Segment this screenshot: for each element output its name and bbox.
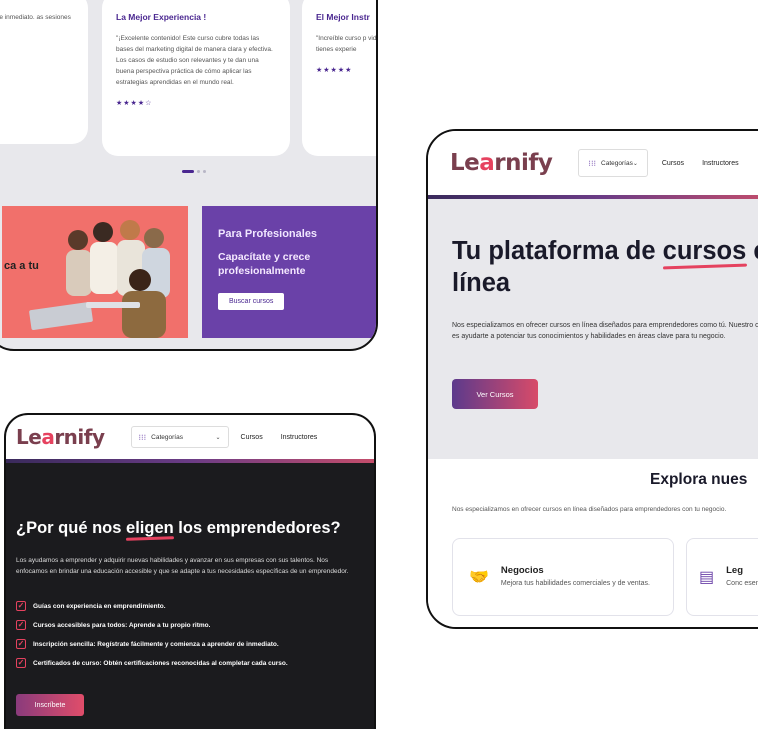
category-description: Conc esen marc <box>726 580 758 587</box>
check-icon: ✓ <box>16 639 26 649</box>
search-courses-button[interactable]: Buscar cursos <box>218 293 285 310</box>
promo-subtitle: Capacítate y crece profesionalmente <box>218 251 311 277</box>
hero-card: Learnify ⁝⁝⁝ Categorías ⌄ Cursos Instruc… <box>426 129 758 629</box>
category-title: Leg <box>726 565 744 576</box>
gradient-strip <box>6 459 374 463</box>
explore-description: Nos especializamos en ofrecer cursos en … <box>452 506 727 513</box>
chevron-down-icon: ⌄ <box>215 434 221 441</box>
promo-photo-text: ca a tu <box>4 260 39 272</box>
team-photo-image <box>2 206 188 338</box>
title-highlight: eligen <box>126 519 174 537</box>
promo-title: Para Profesionales <box>218 228 318 240</box>
check-icon: ✓ <box>16 658 26 668</box>
nav-link-instructores[interactable]: Instructores <box>281 434 318 441</box>
categories-label: Categorías <box>601 159 633 167</box>
list-item: ✓ Inscripción sencilla: Regístrate fácilm… <box>16 639 279 649</box>
grid-dots-icon: ⁝⁝⁝ <box>138 432 147 442</box>
hero-title: Tu plataforma de cursos en línea <box>452 237 758 297</box>
testimonial-title: La Mejor Experiencia ! <box>116 12 207 22</box>
chevron-down-icon: ⌄ <box>632 160 638 167</box>
hero-description: Nos especializamos en ofrecer cursos en … <box>452 322 758 340</box>
testimonial-text: ticos, con ejercicios idido de inmediato… <box>0 14 71 21</box>
document-icon: ▤ <box>699 569 715 586</box>
explore-title: Explora nues <box>650 471 748 488</box>
gradient-strip <box>428 195 758 199</box>
testimonials-promo-card: ticos, con ejercicios idido de inmediato… <box>0 0 378 351</box>
nav-link-cursos[interactable]: Cursos <box>241 434 263 441</box>
logo[interactable]: Learnify <box>16 425 105 449</box>
handshake-icon: 🤝 <box>469 569 489 586</box>
explore-section: Explora nues Nos especializamos en ofrec… <box>428 459 758 627</box>
testimonial-card-right: El Mejor Instr "Increíble curso p videos… <box>302 0 377 156</box>
categories-dropdown[interactable]: ⁝⁝⁝ Categorías ⌄ <box>578 149 648 177</box>
grid-dots-icon: ⁝⁝⁝ <box>588 158 597 168</box>
list-item: ✓ Guías con experiencia en emprendimiento… <box>16 601 166 611</box>
view-courses-button[interactable]: Ver Cursos <box>452 379 538 409</box>
category-card-negocios[interactable]: 🤝 Negocios Mejora tus habilidades comerc… <box>452 538 674 616</box>
categories-dropdown[interactable]: ⁝⁝⁝ Categorías ⌄ <box>130 426 229 448</box>
testimonial-card-left: ticos, con ejercicios idido de inmediato… <box>0 0 88 144</box>
signup-button[interactable]: Inscríbete <box>16 694 84 716</box>
navbar: Learnify ⁝⁝⁝ Categorías ⌄ Cursos Instruc… <box>428 131 758 195</box>
category-description: Mejora tus habilidades comerciales y de … <box>500 580 650 587</box>
carousel-dots[interactable] <box>182 170 206 173</box>
features-list: ✓ Guías con experiencia en emprendimiento… <box>16 601 288 677</box>
rating-stars: ★★★★☆ <box>116 100 153 107</box>
list-item: ✓ Certificados de curso: Obtén certificac… <box>16 658 288 668</box>
check-icon: ✓ <box>16 601 26 611</box>
check-icon: ✓ <box>16 620 26 630</box>
promo-professionals: Para Profesionales Capacítate y crece pr… <box>202 206 376 338</box>
section-description: Los ayudamos a emprender y adquirir nuev… <box>16 557 349 575</box>
carousel-dot-active[interactable] <box>182 170 194 173</box>
why-entrepreneurs-card: Learnify ⁝⁝⁝ Categorías ⌄ Cursos Instruc… <box>4 413 376 729</box>
nav-link-instructores[interactable]: Instructores <box>702 160 739 167</box>
carousel-dot[interactable] <box>203 170 206 173</box>
logo[interactable]: Learnify <box>450 150 553 176</box>
list-item: ✓ Cursos accesibles para todos: Aprende a… <box>16 620 211 630</box>
testimonial-card-middle: La Mejor Experiencia ! "¡Excelente conte… <box>102 0 290 156</box>
testimonial-text: "Increíble curso p videos son concis no … <box>316 35 377 53</box>
testimonial-text: "¡Excelente contenido! Este curso cubre … <box>116 35 273 86</box>
category-card-legal[interactable]: ▤ Leg Conc esen marc <box>686 538 758 616</box>
carousel-dot[interactable] <box>197 170 200 173</box>
navbar: Learnify ⁝⁝⁝ Categorías ⌄ Cursos Instruc… <box>6 415 374 459</box>
section-title: ¿Por qué nos eligen los emprendedores? <box>16 519 341 537</box>
testimonial-title: El Mejor Instr <box>316 12 370 22</box>
rating-stars: ★★★★★ <box>316 67 353 74</box>
title-highlight: cursos <box>662 237 747 265</box>
nav-link-cursos[interactable]: Cursos <box>662 160 684 167</box>
category-title: Negocios <box>500 565 544 576</box>
promo-photo-banner: ca a tu <box>2 206 188 338</box>
categories-label: Categorías <box>151 433 183 441</box>
